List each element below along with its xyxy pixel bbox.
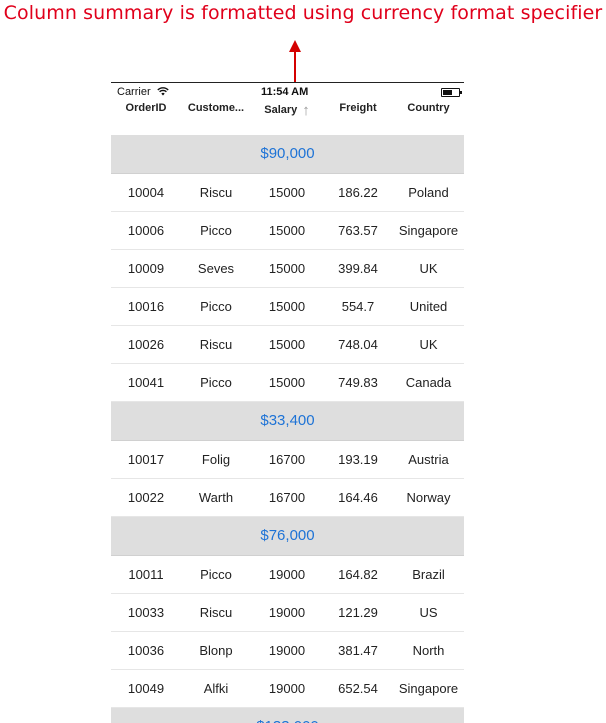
column-header-freight[interactable]: Freight [323,99,393,114]
table-row[interactable]: 10004 Riscu 15000 186.22 Poland [111,174,464,212]
cell-salary: 15000 [268,223,306,238]
cell-freight: 748.04 [338,337,378,352]
cell-customer: Picco [200,299,232,314]
table-row[interactable]: 10016 Picco 15000 554.7 United [111,288,464,326]
cell-freight: 763.57 [338,223,378,238]
table-row[interactable]: 10036 Blonp 19000 381.47 North [111,632,464,670]
table-row[interactable]: 10006 Picco 15000 763.57 Singapore [111,212,464,250]
cell-salary: 19000 [268,567,306,582]
cell-freight: 193.19 [338,452,378,467]
phone-screen: Carrier 11:54 AM OrderID Custome... Salary… [111,82,464,723]
cell-country: Brazil [412,567,445,582]
column-header-label: Salary [264,104,298,116]
cell-freight: 121.29 [338,605,378,620]
table-row[interactable]: 10011 Picco 19000 164.82 Brazil [111,556,464,594]
cell-customer: Picco [200,223,232,238]
cell-salary: 19000 [268,681,306,696]
cell-orderid: 10017 [127,452,165,467]
cell-country: Norway [406,490,451,505]
sort-ascending-icon: ↑ [302,102,310,119]
cell-country: United [409,299,448,314]
table-row[interactable]: 10022 Warth 16700 164.46 Norway [111,479,464,517]
cell-orderid: 10026 [127,337,165,352]
cell-customer: Riscu [199,185,233,200]
cell-salary: 15000 [268,299,306,314]
cell-salary: 19000 [268,643,306,658]
cell-customer: Picco [200,375,232,390]
cell-orderid: 10036 [127,643,165,658]
cell-salary: 15000 [268,337,306,352]
cell-country: Singapore [398,223,459,238]
cell-freight: 554.7 [341,299,375,314]
column-header-orderid[interactable]: OrderID [111,99,181,114]
column-header-customer[interactable]: Custome... [181,99,251,114]
cell-country: North [412,643,445,658]
carrier-label: Carrier [117,86,169,98]
group-summary-row[interactable]: $90,000 [111,135,464,174]
cell-salary: 15000 [268,261,306,276]
cell-orderid: 10011 [128,567,164,582]
group-summary-row[interactable]: $133,000 [111,708,464,723]
column-header-label: OrderID [125,102,167,114]
grid-header: OrderID Custome... Salary ↑ Freight Country [111,99,464,135]
table-row[interactable]: 10033 Riscu 19000 121.29 US [111,594,464,632]
cell-customer: Seves [197,261,235,276]
status-bar: Carrier 11:54 AM [111,83,464,99]
cell-salary: 15000 [268,185,306,200]
column-header-country[interactable]: Country [393,99,464,114]
cell-freight: 399.84 [338,261,378,276]
status-time: 11:54 AM [261,86,309,98]
column-header-salary[interactable]: Salary ↑ [251,99,323,119]
grid-body[interactable]: $90,000 10004 Riscu 15000 186.22 Poland 10006 P… [111,135,464,723]
cell-freight: 381.47 [338,643,378,658]
cell-freight: 164.46 [338,490,378,505]
cell-customer: Blonp [199,643,233,658]
cell-country: UK [419,337,438,352]
cell-orderid: 10041 [127,375,165,390]
cell-customer: Warth [198,490,234,505]
column-header-label: Custome... [187,102,245,114]
wifi-icon [156,87,169,96]
group-summary-row[interactable]: $33,400 [111,402,464,441]
cell-orderid: 10033 [127,605,165,620]
cell-freight: 749.83 [338,375,378,390]
cell-orderid: 10006 [127,223,165,238]
cell-country: UK [419,261,438,276]
cell-salary: 16700 [268,452,306,467]
cell-orderid: 10016 [127,299,165,314]
table-row[interactable]: 10041 Picco 15000 749.83 Canada [111,364,464,402]
column-header-label: Country [407,102,450,114]
carrier-text: Carrier [117,86,151,98]
cell-freight: 652.54 [338,681,378,696]
cell-country: Canada [405,375,452,390]
cell-freight: 164.82 [338,567,378,582]
table-row[interactable]: 10017 Folig 16700 193.19 Austria [111,441,464,479]
cell-orderid: 10049 [127,681,165,696]
cell-country: Singapore [398,681,459,696]
column-header-label: Freight [339,102,377,114]
cell-freight: 186.22 [338,185,378,200]
table-row[interactable]: 10049 Alfki 19000 652.54 Singapore [111,670,464,708]
cell-orderid: 10009 [127,261,165,276]
cell-customer: Folig [201,452,231,467]
cell-salary: 16700 [268,490,306,505]
table-row[interactable]: 10026 Riscu 15000 748.04 UK [111,326,464,364]
cell-customer: Picco [200,567,232,582]
cell-customer: Riscu [199,605,233,620]
battery-icon [441,88,462,97]
group-summary-row[interactable]: $76,000 [111,517,464,556]
cell-salary: 19000 [268,605,306,620]
annotation-text: Column summary is formatted using curren… [3,2,603,24]
cell-salary: 15000 [268,375,306,390]
cell-country: Austria [408,452,449,467]
cell-country: Poland [408,185,449,200]
cell-orderid: 10004 [127,185,165,200]
cell-customer: Riscu [199,337,233,352]
cell-customer: Alfki [203,681,229,696]
cell-orderid: 10022 [127,490,165,505]
cell-country: US [419,605,438,620]
table-row[interactable]: 10009 Seves 15000 399.84 UK [111,250,464,288]
